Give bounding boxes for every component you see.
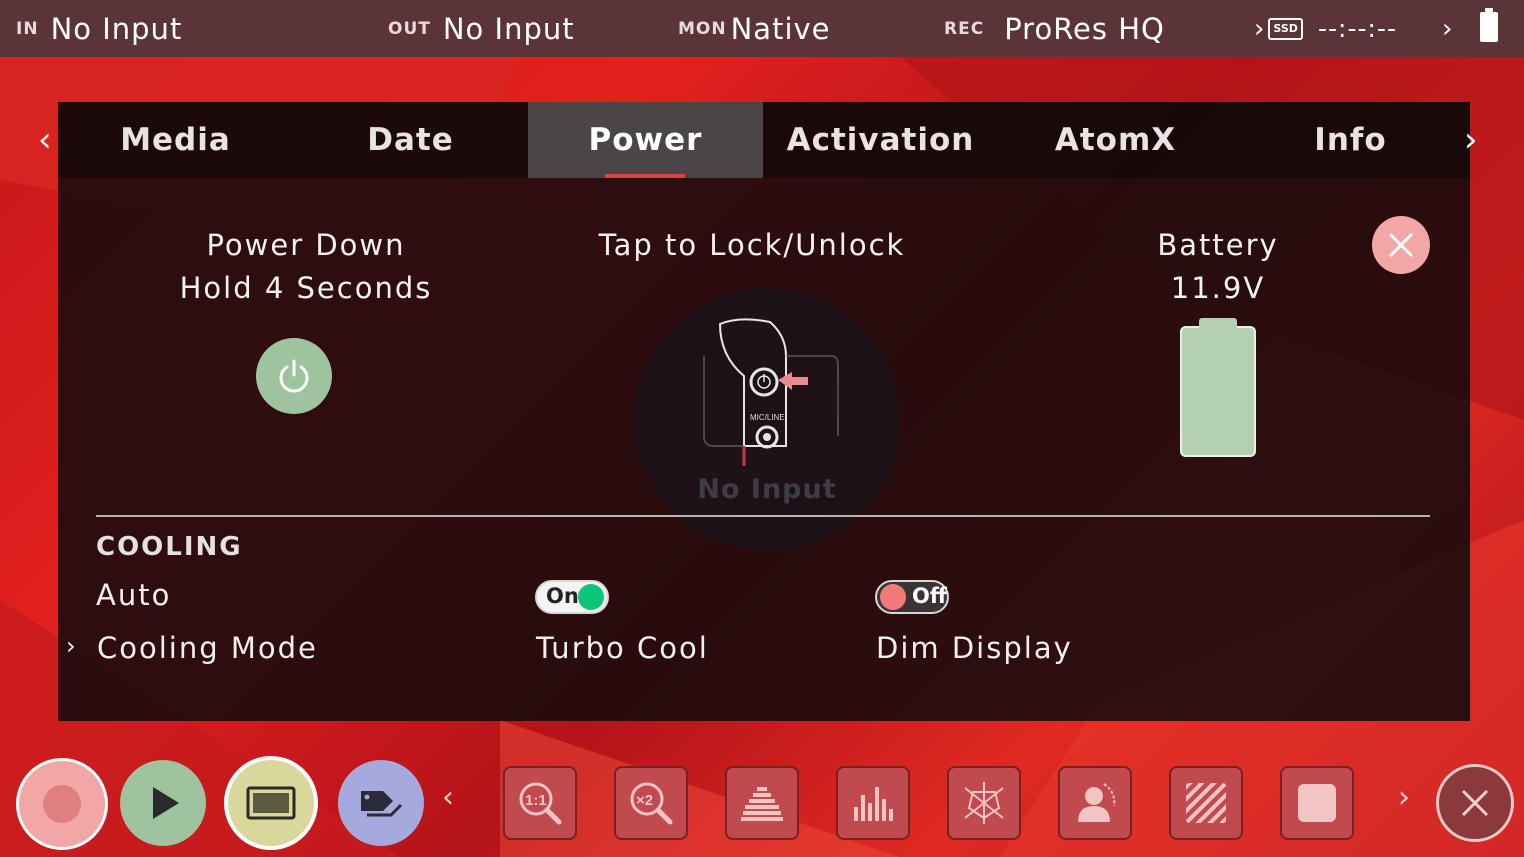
timecode-status[interactable]: --:--:-- [1318, 0, 1397, 57]
record-icon [43, 785, 81, 823]
vectorscope-icon [964, 782, 1004, 824]
zoom-x2-icon: ×2 [630, 782, 673, 825]
ssd-icon: SSD [1268, 17, 1303, 40]
zoom-1-1-button[interactable]: 1:1 [503, 766, 577, 840]
tab-next-arrow-icon[interactable]: › [1464, 102, 1478, 178]
false-color-button[interactable] [1280, 766, 1354, 840]
zebra-icon [1186, 783, 1226, 823]
battery-voltage: 11.9V [1170, 271, 1266, 305]
zoom-x2-button[interactable]: ×2 [614, 766, 688, 840]
tab-prev-arrow-icon[interactable]: ‹ [38, 102, 52, 178]
device-lock-diagram-icon: MIC/LINE [703, 318, 839, 466]
rec-label: REC [944, 18, 985, 39]
vectorscope-button[interactable] [947, 766, 1021, 840]
toggle-knob [880, 584, 906, 610]
tab-activation[interactable]: Activation [763, 102, 998, 178]
ghost-no-input-text: No Input [697, 474, 837, 505]
monitor-status[interactable]: MON Native [678, 0, 831, 57]
close-button[interactable] [1372, 216, 1430, 274]
power-down-label: Power Down [206, 228, 406, 262]
mic-line-port-label: MIC/LINE [750, 413, 785, 422]
status-bar: IN No Input OUT No Input MON Native REC … [0, 0, 1524, 57]
tab-power[interactable]: Power [528, 102, 763, 178]
waveform-icon [741, 787, 783, 821]
mon-label: MON [678, 18, 727, 39]
out-label: OUT [388, 18, 431, 39]
battery-status-chevron[interactable]: › [1442, 0, 1452, 57]
lock-label: Tap to Lock/Unlock [598, 228, 906, 262]
waveform-button[interactable] [725, 766, 799, 840]
turbo-cool-state: On [546, 584, 579, 608]
section-divider [96, 515, 1430, 517]
histogram-icon [854, 787, 893, 821]
tab-bar: ‹ Media Date Power Activation AtomX Info… [38, 102, 1478, 178]
tag-button[interactable] [338, 760, 424, 846]
zoom-1-1-icon: 1:1 [519, 782, 562, 825]
play-icon [153, 787, 179, 819]
mon-value: Native [730, 11, 831, 46]
monitor-mode-button[interactable] [224, 756, 318, 850]
media-status[interactable]: › SSD [1254, 0, 1303, 57]
tab-atomx[interactable]: AtomX [998, 102, 1233, 178]
battery-icon [1480, 8, 1498, 42]
toggle-knob [578, 584, 604, 610]
skin-tone-icon [1078, 783, 1116, 822]
toolbar-prev-arrow-icon[interactable]: ‹ [442, 780, 454, 815]
zebra-button[interactable] [1169, 766, 1243, 840]
toolbar-close-button[interactable] [1436, 764, 1514, 842]
tag-icon [361, 791, 403, 817]
close-icon [1388, 232, 1414, 258]
tab-media[interactable]: Media [58, 102, 293, 178]
chevron-right-icon: › [1442, 13, 1453, 44]
input-status[interactable]: IN No Input [16, 0, 182, 57]
in-label: IN [16, 18, 39, 39]
play-button[interactable] [120, 760, 206, 846]
out-value: No Input [442, 11, 575, 46]
close-icon [1461, 789, 1489, 817]
monitor-icon [246, 786, 296, 820]
dim-display-state: Off [912, 584, 947, 608]
dim-display-label: Dim Display [876, 631, 1073, 665]
battery-level-icon [1180, 318, 1256, 457]
svg-text:×2: ×2 [636, 792, 653, 809]
cooling-section-title: COOLING [96, 532, 243, 562]
svg-text:1:1: 1:1 [525, 792, 547, 809]
cooling-auto-label: Auto [96, 578, 172, 612]
chevron-right-icon: › [1254, 13, 1265, 44]
power-icon [279, 359, 309, 393]
false-color-icon [1298, 784, 1336, 822]
power-button[interactable] [256, 338, 332, 414]
dim-display-toggle[interactable]: Off [875, 580, 949, 614]
tab-date[interactable]: Date [293, 102, 528, 178]
battery-label: Battery [1157, 228, 1279, 262]
cooling-mode-button[interactable]: Cooling Mode [97, 631, 318, 665]
timecode: --:--:-- [1318, 14, 1397, 43]
output-status[interactable]: OUT No Input [388, 0, 575, 57]
in-value: No Input [50, 11, 183, 46]
power-down-hint: Hold 4 Seconds [179, 271, 433, 305]
record-button[interactable] [16, 758, 108, 850]
record-format-status[interactable]: REC ProRes HQ [944, 0, 1165, 57]
turbo-cool-label: Turbo Cool [536, 631, 709, 665]
chevron-right-icon: › [66, 632, 78, 660]
rec-value: ProRes HQ [1004, 11, 1165, 46]
toolbar-next-arrow-icon[interactable]: › [1398, 780, 1410, 815]
turbo-cool-toggle[interactable]: On [535, 580, 609, 614]
skin-tone-button[interactable] [1058, 766, 1132, 840]
tab-info[interactable]: Info [1233, 102, 1468, 178]
histogram-button[interactable] [836, 766, 910, 840]
